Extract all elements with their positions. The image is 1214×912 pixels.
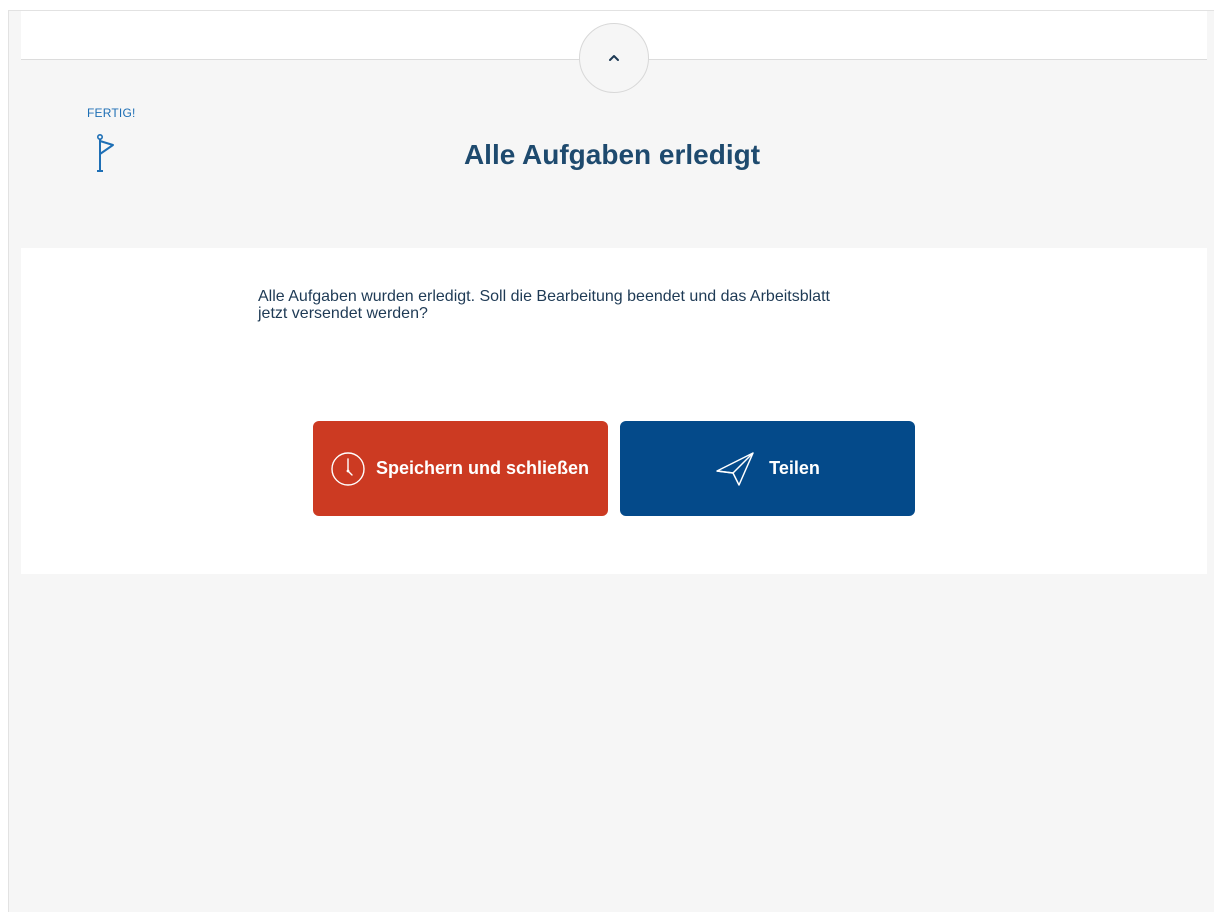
save-and-close-label: Speichern und schließen — [376, 458, 590, 478]
status-label: FERTIG! — [87, 106, 136, 120]
chevron-up-icon — [609, 55, 619, 61]
app-frame: FERTIG! Alle Aufgaben erledigt Alle Aufg… — [8, 10, 1214, 912]
collapse-button[interactable] — [579, 23, 649, 93]
page-title: Alle Aufgaben erledigt — [463, 139, 761, 170]
confirmation-message: Alle Aufgaben wurden erledigt. Soll die … — [258, 288, 978, 322]
message-line-2: jetzt versendet werden? — [258, 305, 428, 322]
share-label: Teilen — [769, 458, 820, 478]
paper-plane-icon — [715, 451, 755, 487]
share-button[interactable]: Teilen — [620, 421, 915, 516]
clock-icon — [330, 451, 366, 487]
save-and-close-button[interactable]: Speichern und schließen — [313, 421, 608, 516]
confirmation-card: Alle Aufgaben wurden erledigt. Soll die … — [21, 248, 1207, 574]
message-line-1: Alle Aufgaben wurden erledigt. Soll die … — [258, 288, 830, 305]
